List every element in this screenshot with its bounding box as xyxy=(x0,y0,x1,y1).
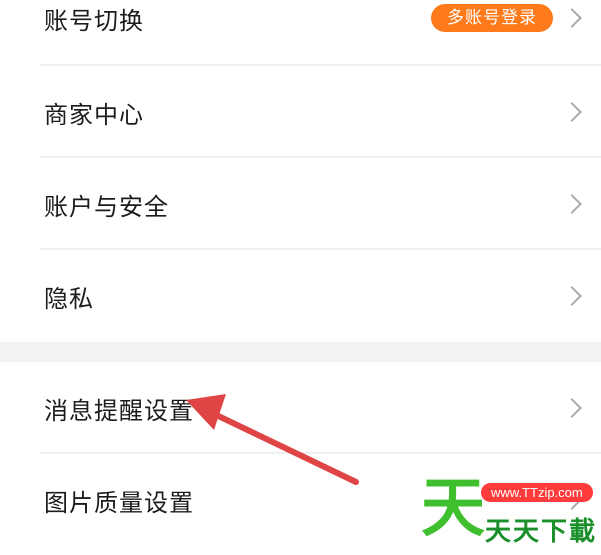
settings-item-account-security[interactable]: 账户与安全 xyxy=(0,158,601,250)
settings-item-label: 账号切换 xyxy=(44,6,144,35)
watermark-logo-char: 天 xyxy=(421,472,485,546)
settings-item-privacy[interactable]: 隐私 xyxy=(0,250,601,342)
watermark-url: www.TTzip.com xyxy=(481,483,593,502)
multi-account-login-badge[interactable]: 多账号登录 xyxy=(431,4,553,32)
settings-item-label: 图片质量设置 xyxy=(44,488,194,517)
settings-item-label: 账户与安全 xyxy=(44,192,169,221)
settings-item-label: 消息提醒设置 xyxy=(44,396,194,425)
chevron-right-icon xyxy=(562,398,582,418)
settings-item-label: 隐私 xyxy=(44,284,94,313)
watermark-logo: 天 www.TTzip.com 天天下載 xyxy=(421,475,601,555)
settings-item-label: 商家中心 xyxy=(44,100,144,129)
chevron-right-icon xyxy=(562,102,582,122)
settings-item-notification-settings[interactable]: 消息提醒设置 xyxy=(0,362,601,454)
section-separator xyxy=(0,342,601,362)
settings-item-account-switch[interactable]: 账号切换 多账号登录 xyxy=(0,0,601,64)
chevron-right-icon xyxy=(562,194,582,214)
settings-item-merchant-center[interactable]: 商家中心 xyxy=(0,66,601,158)
watermark-name: 天天下載 xyxy=(485,517,598,547)
chevron-right-icon xyxy=(562,8,582,28)
chevron-right-icon xyxy=(562,286,582,306)
